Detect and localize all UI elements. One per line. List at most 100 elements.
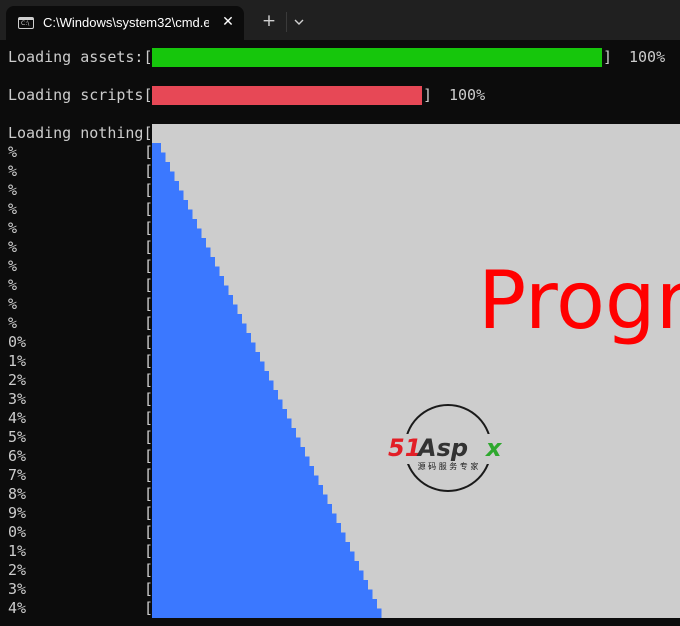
row-bracket: [	[144, 143, 154, 161]
stair-step	[152, 494, 328, 505]
row-bracket: [	[144, 523, 154, 541]
stair-step	[152, 323, 247, 334]
stair-step	[152, 608, 382, 618]
row-label: %	[8, 257, 18, 275]
row-label: %	[8, 295, 18, 313]
tab-cmd[interactable]: C:\ C:\Windows\system32\cmd.e: ✕	[6, 6, 244, 40]
stair-step	[152, 551, 355, 562]
row-label: 2%	[8, 561, 27, 579]
row-bracket: [	[144, 466, 154, 484]
stair-step	[152, 504, 332, 514]
stair-step	[152, 428, 296, 438]
cmd-icon: C:\	[18, 17, 34, 29]
stair-step	[152, 485, 323, 495]
row-label: %	[8, 314, 18, 332]
row-bracket: [	[144, 181, 154, 199]
row-bracket: [	[144, 542, 154, 560]
row-bracket: [	[144, 333, 154, 351]
stair-step	[152, 361, 265, 372]
stair-step	[152, 447, 305, 457]
stair-step	[152, 599, 377, 609]
row-bracket: [	[144, 276, 154, 294]
stair-step	[152, 409, 287, 419]
row-bracket: [	[144, 409, 154, 427]
stair-step	[152, 247, 211, 258]
stair-step	[152, 200, 188, 210]
stair-step	[152, 418, 292, 429]
stair-step	[152, 238, 206, 248]
stair-step	[152, 209, 193, 220]
stair-step	[152, 475, 319, 486]
titlebar-divider	[286, 12, 287, 32]
row-bracket: [	[144, 295, 154, 313]
stair-step	[152, 333, 251, 343]
stair-step	[152, 589, 373, 600]
nothing-label: Loading nothing[	[8, 124, 153, 142]
stair-step	[152, 466, 314, 476]
stair-step	[152, 314, 242, 324]
row-label: %	[8, 181, 18, 199]
row-label: 0%	[8, 523, 27, 541]
stair-step	[152, 171, 175, 182]
scripts-label: Loading scripts[	[8, 86, 153, 104]
row-label: %	[8, 276, 18, 294]
stair-step	[152, 580, 368, 590]
stair-step	[152, 342, 256, 353]
row-label: %	[8, 200, 18, 218]
row-label: 4%	[8, 409, 27, 427]
stair-step	[152, 532, 346, 543]
row-bracket: [	[144, 257, 154, 275]
stair-step	[152, 523, 341, 533]
stair-step	[152, 143, 161, 153]
stair-step	[152, 228, 202, 239]
row-bracket: [	[144, 219, 154, 237]
row-label: 1%	[8, 352, 27, 370]
chevron-down-icon[interactable]	[289, 12, 309, 32]
row-label: 3%	[8, 390, 27, 408]
stair-step	[152, 257, 215, 267]
close-tab-icon[interactable]: ✕	[218, 12, 238, 32]
stair-step	[152, 570, 364, 581]
row-bracket: [	[144, 447, 154, 465]
row-label: 0%	[8, 333, 27, 351]
row-bracket: [	[144, 162, 154, 180]
row-bracket: [	[144, 371, 154, 389]
stair-step	[152, 399, 283, 410]
row-label: 8%	[8, 485, 27, 503]
assets-label: Loading assets:[	[8, 48, 153, 66]
stair-step	[152, 437, 301, 448]
row-label: 6%	[8, 447, 27, 465]
row-label: %	[8, 162, 18, 180]
stair-step	[152, 390, 278, 400]
stair-step	[152, 561, 359, 571]
stair-step	[152, 380, 274, 391]
stair-step	[152, 542, 350, 552]
svg-text:51: 51	[388, 434, 421, 462]
row-bracket: [	[144, 580, 154, 598]
stair-step	[152, 162, 170, 172]
row-label: 9%	[8, 504, 27, 522]
title-bar: C:\ C:\Windows\system32\cmd.e: ✕ +	[0, 0, 680, 40]
row-bracket: [	[144, 485, 154, 503]
new-tab-button[interactable]: +	[258, 10, 280, 32]
row-label: 4%	[8, 599, 27, 617]
scripts-close-bracket: ]	[423, 86, 433, 104]
stair-step	[152, 276, 224, 286]
svg-text:源 码 服 务 专 家: 源 码 服 务 专 家	[418, 461, 479, 471]
stair-step	[152, 352, 260, 362]
tab-title: C:\Windows\system32\cmd.e:	[43, 15, 209, 30]
row-bracket: [	[144, 314, 154, 332]
svg-text:Asp: Asp	[416, 434, 468, 462]
stair-step	[152, 513, 337, 524]
stair-step	[152, 456, 310, 467]
row-label: 1%	[8, 542, 27, 560]
stair-step	[152, 295, 233, 305]
row-label: %	[8, 219, 18, 237]
assets-percent: 100%	[629, 48, 666, 66]
row-label: 3%	[8, 580, 27, 598]
row-label: 2%	[8, 371, 27, 389]
scripts-percent: 100%	[449, 86, 486, 104]
row-bracket: [	[144, 428, 154, 446]
row-label: %	[8, 238, 18, 256]
row-bracket: [	[144, 352, 154, 370]
